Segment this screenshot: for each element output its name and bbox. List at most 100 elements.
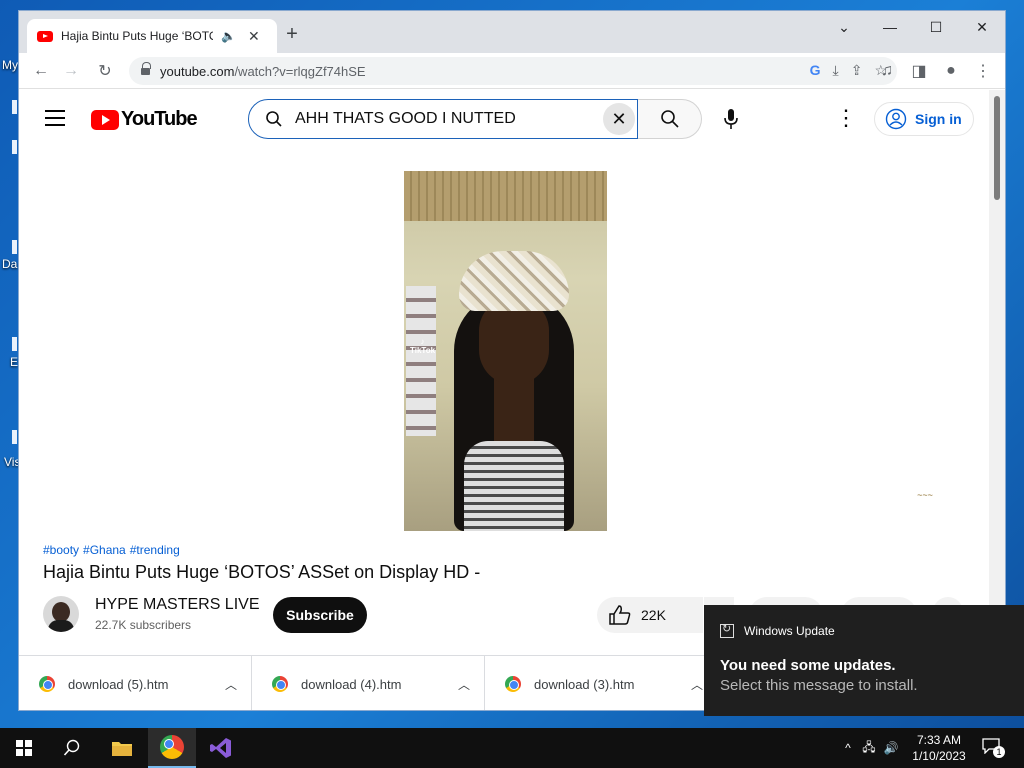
url-path: /watch?v=rlqgZf74hSE [234,63,366,79]
share-icon[interactable]: ⇪ [851,62,863,79]
chrome-file-icon [505,676,521,692]
chrome-icon [160,735,184,759]
side-panel-icon[interactable]: ◨ [909,61,929,81]
chevron-up-icon[interactable]: ︿ [225,676,237,693]
lock-icon[interactable] [141,62,151,76]
maximize-button[interactable]: ☐ [913,11,959,43]
network-icon[interactable]: 🖧 [858,738,880,759]
download-filename: download (5).htm [68,676,169,692]
search-icon [266,111,282,127]
desktop-icon[interactable] [12,100,17,114]
search-icon [660,110,679,128]
windows-logo-icon [16,740,32,756]
install-icon[interactable]: ⤓ [833,62,839,79]
subscriber-count: 22.7K subscribers [95,618,192,632]
visual-studio-button[interactable] [197,728,245,768]
clear-search-button[interactable]: ✕ [603,103,635,135]
sign-in-button[interactable]: Sign in [874,102,974,136]
desktop-icon[interactable] [12,430,17,444]
video-title: Hajia Bintu Puts Huge ‘BOTOS’ ASSet on D… [43,562,481,582]
notification-source: Windows Update [744,624,835,638]
minimize-button[interactable]: — [867,11,913,43]
voice-search-button[interactable] [711,99,751,139]
speaker-icon[interactable]: 🔈 [221,29,236,43]
url-text: youtube.com/watch?v=rlqgZf74hSE [160,64,366,79]
account-icon [885,108,907,130]
video-player[interactable]: ♪ TikTok [404,171,607,531]
youtube-favicon-icon [37,30,53,42]
hashtag-link[interactable]: #booty [43,543,79,557]
reload-icon[interactable]: ↻ [95,61,115,81]
windows-update-icon [720,622,734,638]
desktop-icon[interactable] [12,337,17,351]
chevron-up-icon[interactable]: ^ [838,741,858,755]
close-tab-icon[interactable]: ✕ [248,28,260,45]
channel-name[interactable]: HYPE MASTERS LIVE [95,596,260,614]
browser-toolbar: ← → ↻ youtube.com/watch?v=rlqgZf74hSE G … [19,53,1005,89]
chevron-up-icon[interactable]: ︿ [691,676,703,693]
windows-update-notification[interactable]: Windows Update You need some updates. Se… [704,605,1024,716]
chevron-up-icon[interactable]: ︿ [458,676,470,693]
youtube-play-icon [91,109,119,130]
youtube-page: YouTube ✕ ⋮ Sign in ♪TikTok ~~~ [19,90,991,655]
desktop-icon-label: My [2,58,18,72]
notification-message: Select this message to install. [720,677,918,694]
youtube-logo[interactable]: YouTube [91,108,198,131]
notification-header: Windows Update [720,622,835,638]
page-scrollbar[interactable] [989,90,1005,655]
guide-menu-icon[interactable] [45,110,65,131]
microphone-icon [724,109,738,129]
download-filename: download (3).htm [534,676,635,692]
desktop-icon[interactable] [12,140,17,154]
scrollbar-thumb[interactable] [994,96,1000,200]
forward-icon[interactable]: → [61,61,81,81]
search-taskbar-button[interactable] [48,728,96,768]
download-item[interactable]: download (3).htm ︿ [485,656,718,710]
tiktok-label: TikTok [410,346,436,355]
search-input[interactable] [295,110,595,128]
tab-search-icon[interactable]: ⌄ [821,11,867,43]
action-center-button[interactable]: 1 [982,738,1005,758]
google-lens-icon[interactable]: G [810,62,821,79]
channel-avatar[interactable] [43,596,79,632]
tiktok-watermark: ♪ TikTok [410,337,436,355]
sign-in-label: Sign in [915,111,962,127]
hashtag-list: #booty #Ghana #trending [43,543,184,557]
chrome-file-icon [39,676,55,692]
channel-watermark[interactable]: ~~~ [917,490,933,500]
download-item[interactable]: download (4).htm ︿ [252,656,485,710]
subscribe-button[interactable]: Subscribe [273,597,367,633]
desktop-icon[interactable] [12,240,17,254]
search-box[interactable]: ✕ [248,99,638,139]
new-tab-button[interactable]: + [279,23,305,46]
profile-icon[interactable]: ● [941,61,961,81]
chrome-menu-icon[interactable]: ⋮ [973,61,993,81]
youtube-logo-text: YouTube [121,108,198,130]
like-count: 22K [641,607,666,623]
chrome-taskbar-button[interactable] [148,728,196,768]
close-window-button[interactable]: ✕ [959,11,1005,43]
download-item[interactable]: download (5).htm ︿ [19,656,252,710]
taskbar-clock[interactable]: 7:33 AM 1/10/2023 [906,732,972,764]
volume-icon[interactable]: 🔊 [880,741,902,755]
taskbar: ^ 🖧 🔊 7:33 AM 1/10/2023 1 [0,728,1024,768]
system-tray: ^ 🖧 🔊 [838,728,902,768]
start-button[interactable] [0,728,48,768]
clock-date: 1/10/2023 [912,749,966,763]
notification-title: You need some updates. [720,657,896,674]
desktop-icon-label: E [10,355,19,369]
media-control-icon[interactable]: ♫ [877,61,897,81]
hashtag-link[interactable]: #trending [130,543,180,557]
chrome-file-icon [272,676,288,692]
tab-youtube[interactable]: Hajia Bintu Puts Huge ‘BOTOS’ ASSet on D… [27,19,277,53]
url-host: youtube.com [160,63,235,79]
search-button[interactable] [638,99,702,139]
settings-more-icon[interactable]: ⋮ [835,107,857,129]
address-bar[interactable]: youtube.com/watch?v=rlqgZf74hSE G ⤓ ⇪ ☆ [129,57,897,85]
visual-studio-icon [210,738,231,758]
clock-time: 7:33 AM [916,733,962,747]
file-explorer-button[interactable] [98,728,146,768]
back-icon[interactable]: ← [31,61,51,81]
like-button[interactable]: 22K [597,597,703,633]
hashtag-link[interactable]: #Ghana [83,543,126,557]
